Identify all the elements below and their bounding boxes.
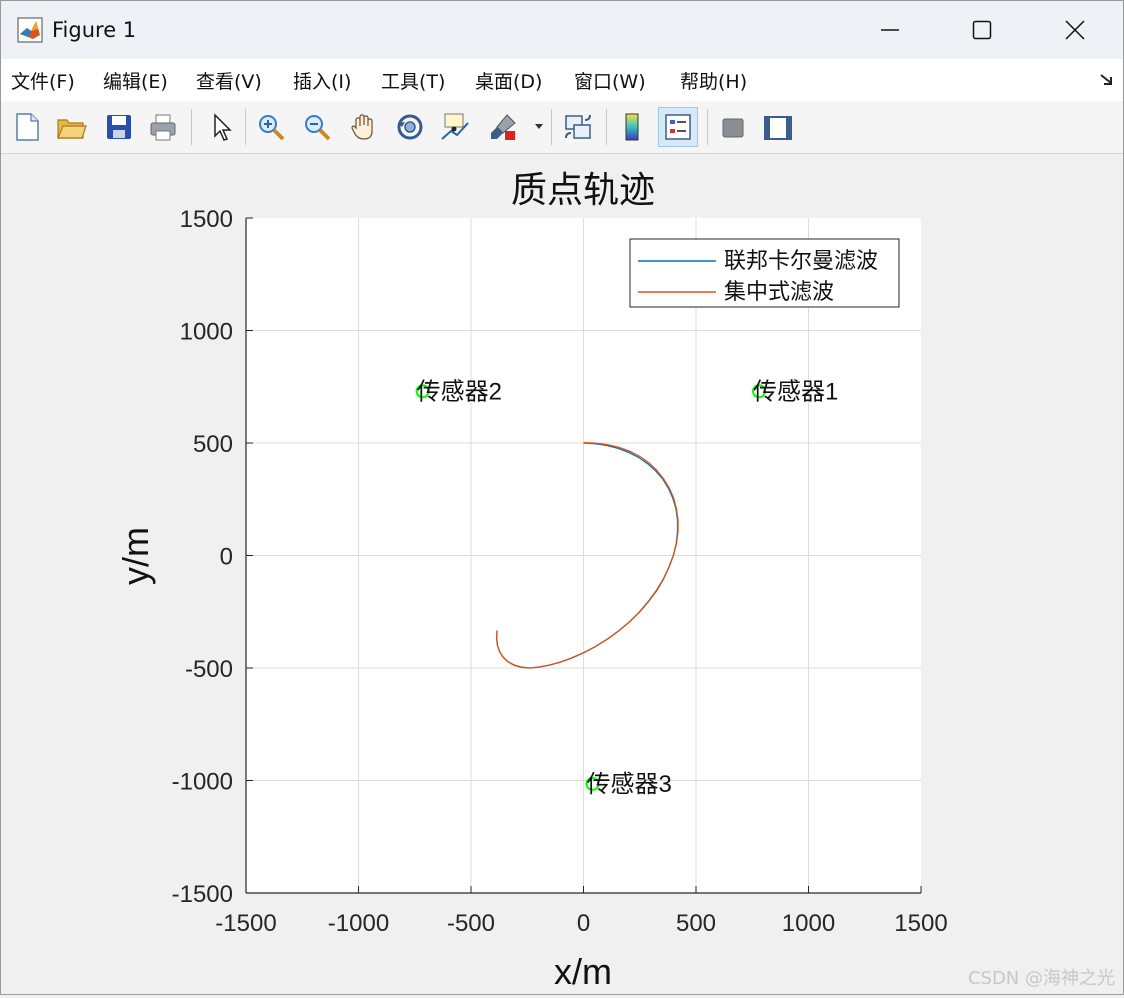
x-tick-label: -500 — [447, 910, 495, 937]
open-file-button[interactable] — [51, 107, 91, 147]
y-axis-label: y/m — [115, 527, 156, 585]
data-cursor-button[interactable] — [435, 107, 475, 147]
select-arrow-icon — [214, 113, 232, 141]
new-figure-icon — [16, 113, 39, 141]
x-tick-label: 0 — [577, 910, 590, 937]
print-button[interactable] — [143, 107, 183, 147]
menu-file[interactable]: 文件(F) — [11, 67, 75, 94]
y-tick-label: -1500 — [172, 881, 233, 908]
minimize-icon — [881, 29, 899, 31]
y-tick-label: 1000 — [180, 319, 233, 346]
rotate-3d-icon — [397, 114, 423, 140]
menu-tools[interactable]: 工具(T) — [381, 67, 445, 94]
menu-help[interactable]: 帮助(H) — [680, 67, 747, 94]
menu-view[interactable]: 查看(V) — [196, 67, 262, 94]
undock-arrow-icon[interactable] — [1099, 73, 1115, 87]
legend-label-centralized: 集中式滤波 — [724, 279, 834, 304]
sensor-label: 传感器1 — [753, 378, 838, 405]
print-icon — [150, 114, 176, 141]
window-title: Figure 1 — [52, 18, 137, 42]
maximize-button[interactable] — [936, 1, 1028, 59]
y-tick-label: 0 — [220, 544, 233, 571]
close-icon — [1065, 20, 1085, 40]
figure-window: Figure 1 文件(F) 编辑(E) 查看(V) 插入(I) 工具(T) 桌… — [0, 0, 1124, 995]
zoom-out-button[interactable] — [297, 107, 337, 147]
hide-plot-tools-button[interactable] — [713, 107, 753, 147]
minimize-button[interactable] — [844, 1, 936, 59]
title-bar[interactable]: Figure 1 — [1, 1, 1123, 59]
toolbar-separator — [551, 109, 552, 145]
legend-label-federated: 联邦卡尔曼滤波 — [724, 248, 878, 273]
y-tick-label: 1500 — [180, 206, 233, 233]
pan-button[interactable] — [344, 107, 384, 147]
zoom-in-button[interactable] — [251, 107, 291, 147]
figure-toolbar — [1, 101, 1123, 154]
menu-bar: 文件(F) 编辑(E) 查看(V) 插入(I) 工具(T) 桌面(D) 窗口(W… — [1, 59, 1123, 102]
link-plot-icon — [565, 114, 591, 139]
legend-button[interactable] — [658, 107, 698, 147]
brush-icon — [491, 114, 516, 140]
sensor-label: 传感器3 — [587, 771, 672, 798]
y-tick-label: 500 — [193, 431, 233, 458]
watermark-text: CSDN @海神之光 — [967, 968, 1115, 989]
zoom-in-icon — [259, 115, 285, 141]
sensor-label: 传感器2 — [417, 378, 502, 405]
y-tick-label: -500 — [185, 656, 233, 683]
menu-desktop[interactable]: 桌面(D) — [475, 67, 542, 94]
brush-button[interactable] — [483, 107, 523, 147]
pan-hand-icon — [351, 114, 373, 140]
y-tick-label: -1000 — [172, 769, 233, 796]
legend[interactable]: 联邦卡尔曼滤波 集中式滤波 — [629, 238, 900, 308]
x-axis-label: x/m — [554, 951, 612, 992]
chart-title: 质点轨迹 — [511, 169, 655, 210]
colorbar-icon — [625, 113, 639, 141]
show-plot-tools-icon — [764, 116, 792, 140]
x-tick-label: 1000 — [782, 910, 835, 937]
maximize-icon — [972, 20, 992, 40]
menu-insert[interactable]: 插入(I) — [293, 67, 351, 94]
toolbar-separator — [707, 109, 708, 145]
zoom-out-icon — [305, 115, 331, 141]
hide-plot-tools-icon — [722, 118, 744, 138]
save-icon — [107, 115, 131, 139]
x-tick-label: -1000 — [328, 910, 389, 937]
menu-edit[interactable]: 编辑(E) — [103, 67, 168, 94]
close-button[interactable] — [1029, 1, 1121, 59]
open-file-icon — [57, 119, 87, 139]
menu-window[interactable]: 窗口(W) — [574, 67, 646, 94]
rotate-3d-button[interactable] — [390, 107, 430, 147]
matlab-logo-icon — [17, 17, 43, 43]
select-button[interactable] — [200, 107, 240, 147]
toolbar-separator — [606, 109, 607, 145]
x-tick-label: -1500 — [215, 910, 276, 937]
figure-canvas[interactable]: 传感器1 传感器2 传感器3 -1500 -1000 -500 0 500 1000 1500 -… — [1, 154, 1123, 994]
colorbar-button[interactable] — [612, 107, 652, 147]
save-button[interactable] — [99, 107, 139, 147]
data-cursor-icon — [441, 113, 469, 140]
x-tick-label: 1500 — [894, 910, 947, 937]
trajectory-chart[interactable]: 传感器1 传感器2 传感器3 -1500 -1000 -500 0 500 1000 1500 -… — [1, 154, 1123, 994]
show-plot-tools-button[interactable] — [758, 107, 798, 147]
toolbar-separator — [191, 109, 192, 145]
new-figure-button[interactable] — [7, 107, 47, 147]
legend-icon — [665, 114, 691, 140]
brush-dropdown-icon[interactable] — [534, 123, 544, 131]
link-plot-button[interactable] — [558, 107, 598, 147]
toolbar-separator — [245, 109, 246, 145]
x-tick-label: 500 — [676, 910, 716, 937]
